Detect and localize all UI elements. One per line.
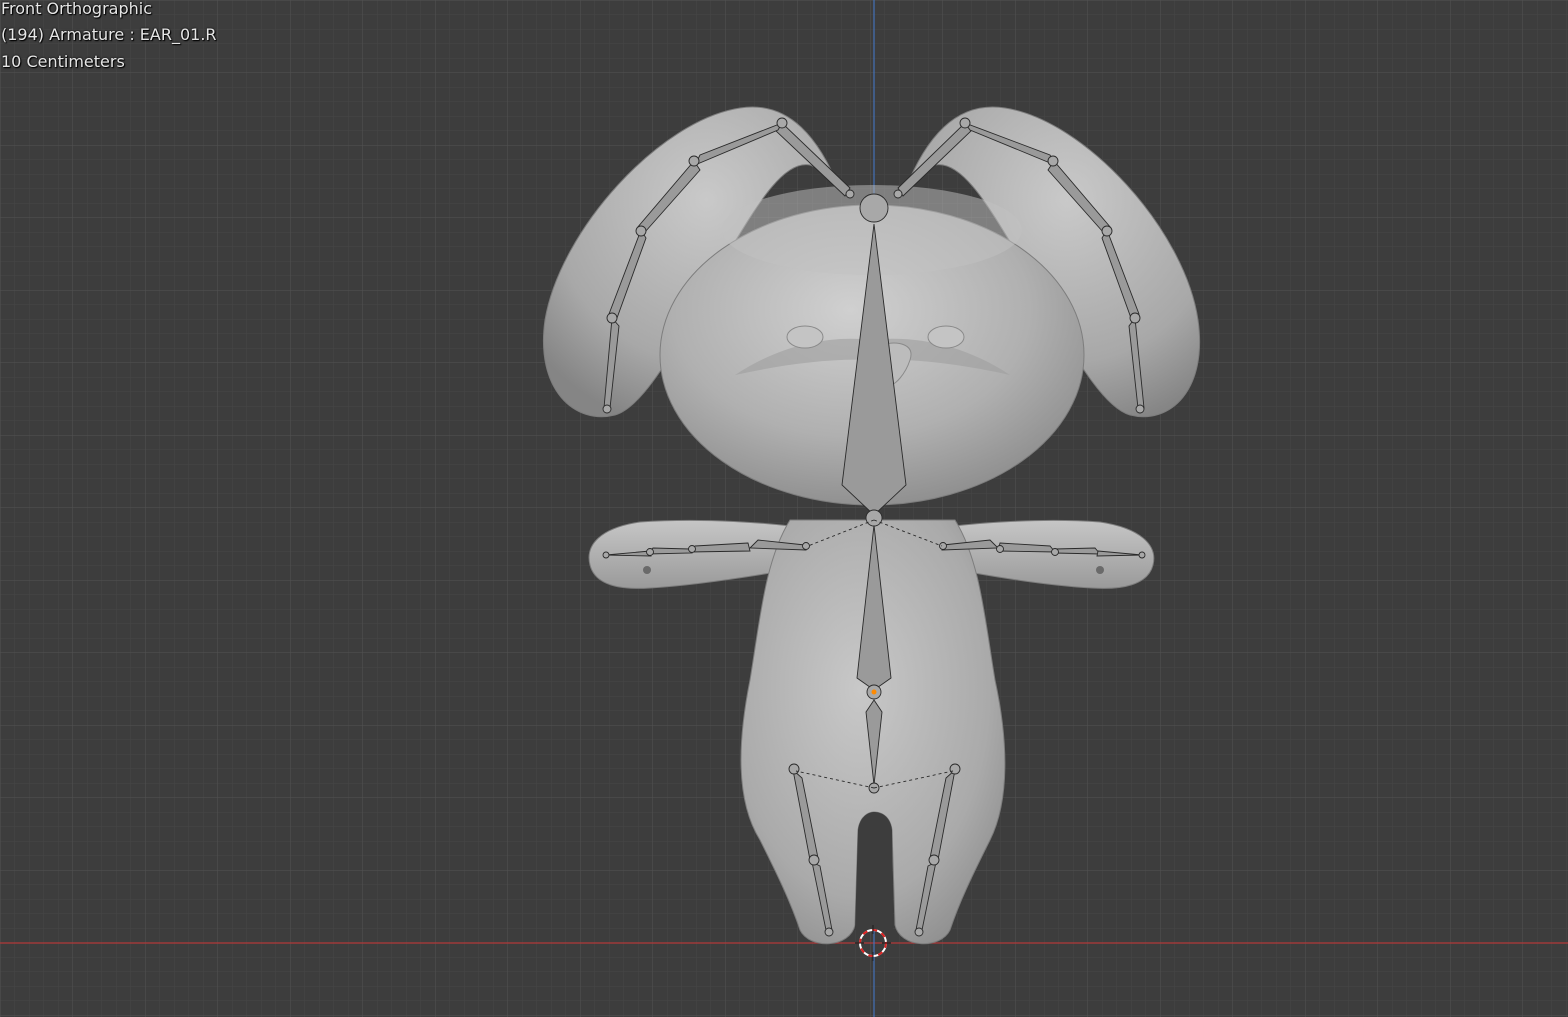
bone-arm-l-hand[interactable] (647, 547, 693, 555)
viewport-scene[interactable] (0, 0, 1568, 1017)
joint-leg-r-1[interactable] (928, 854, 940, 866)
bone-neck-joint[interactable] (865, 509, 883, 527)
joint-leg-r-2[interactable] (914, 927, 924, 937)
right-eye[interactable] (927, 325, 965, 349)
right-hand-detail (1096, 566, 1104, 574)
grid-scale-label: 10 Centimeters (1, 52, 125, 71)
joint-ear-r-0[interactable] (959, 117, 971, 129)
joint-ear-l-3[interactable] (606, 312, 618, 324)
left-hand-detail (643, 566, 651, 574)
joint-arm-l-1[interactable] (688, 545, 696, 553)
joint-ear-l-2[interactable] (635, 225, 647, 237)
joint-ear-l-4[interactable] (602, 404, 612, 414)
bone-head-tail-joint[interactable] (859, 193, 889, 223)
3d-viewport[interactable]: Front Orthographic (194) Armature : EAR_… (0, 0, 1568, 1017)
joint-arm-l-2[interactable] (646, 548, 654, 556)
joint-ear-r-1[interactable] (1047, 155, 1059, 167)
joint-arm-l-0[interactable] (802, 542, 810, 550)
joint-arm-r-1[interactable] (996, 545, 1004, 553)
joint-ear-r-2[interactable] (1101, 225, 1113, 237)
joint-arm-r-2[interactable] (1051, 548, 1059, 556)
bone-arm-r-hand[interactable] (1053, 547, 1101, 555)
joint-arm-l-3[interactable] (602, 551, 610, 559)
joint-ear-l-root[interactable] (845, 189, 855, 199)
selected-joint[interactable] (871, 689, 877, 695)
view-name-label: Front Orthographic (1, 0, 153, 18)
joint-arm-r-0[interactable] (939, 542, 947, 550)
object-info-label: (194) Armature : EAR_01.R (1, 25, 217, 44)
joint-ear-r-root[interactable] (893, 189, 903, 199)
joint-ear-l-1[interactable] (688, 155, 700, 167)
leg-gap (855, 812, 893, 930)
joint-ear-l-0[interactable] (776, 117, 788, 129)
joint-ear-r-4[interactable] (1135, 404, 1145, 414)
joint-arm-r-3[interactable] (1138, 551, 1146, 559)
joint-leg-r-0[interactable] (949, 763, 961, 775)
joint-leg-l-0[interactable] (788, 763, 800, 775)
joint-leg-l-2[interactable] (824, 927, 834, 937)
joint-leg-l-1[interactable] (808, 854, 820, 866)
left-eye[interactable] (786, 325, 824, 349)
joint-ear-r-3[interactable] (1129, 312, 1141, 324)
